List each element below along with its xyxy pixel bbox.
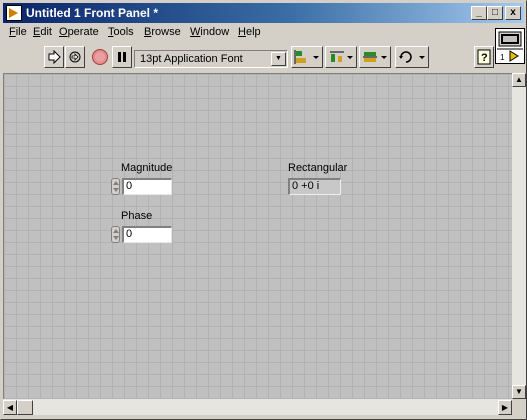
menu-tools-rest: ools [113,26,134,38]
decrement-arrow-icon[interactable] [113,236,119,240]
increment-arrow-icon[interactable] [113,229,119,233]
labview-vi-icon[interactable] [6,5,22,21]
menu-tools[interactable]: Tools [108,26,134,38]
rectangular-label[interactable]: Rectangular [288,162,347,174]
help-icon: ? [477,49,491,65]
menu-window-rest: indow [200,26,230,38]
menu-help-rest: elp [245,26,261,38]
rectangular-numeric-indicator: 0 +0 i [288,178,341,195]
menu-window[interactable]: Window [190,26,229,38]
context-help-button[interactable]: ? [474,46,494,68]
menu-browse[interactable]: Browse [144,26,181,38]
phase-label[interactable]: Phase [121,210,152,222]
svg-text:?: ? [481,52,488,64]
phase-increment-decrement[interactable] [111,226,120,243]
run-button[interactable] [44,46,64,68]
menu-operate[interactable]: Operate [59,26,99,38]
menu-bar: File Edit Operate Tools Browse Window He… [3,24,493,42]
resize-objects-button[interactable] [359,46,391,68]
title-bar[interactable]: Untitled 1 Front Panel * _ □ x [3,3,524,23]
scroll-down-button[interactable]: ▼ [512,385,526,399]
size-grip[interactable] [512,399,526,415]
distribute-icon [330,51,353,62]
font-selector-value: 13pt Application Font [140,53,243,65]
align-icon [294,50,319,64]
horizontal-scroll-thumb[interactable] [17,400,33,415]
vi-icon: 1 [497,31,523,62]
pause-button[interactable] [112,46,132,68]
menu-edit-rest: dit [40,26,52,38]
chevron-down-icon[interactable]: ▼ [271,52,286,66]
run-icon [48,49,61,65]
menu-browse-rest: rowse [151,26,181,38]
menu-file-hotkey: F [9,26,16,38]
pause-icon [118,52,126,62]
vertical-scrollbar[interactable]: ▲ ▼ [512,73,526,399]
menu-window-hotkey: W [190,26,201,38]
magnitude-increment-decrement[interactable] [111,178,120,195]
menu-operate-hotkey: O [59,26,68,38]
vi-icon-connector-pane[interactable]: 1 [495,28,525,64]
phase-numeric-control[interactable]: 0 [122,226,172,243]
reorder-icon [399,51,425,63]
menu-help[interactable]: Help [238,26,261,38]
decrement-arrow-icon[interactable] [113,188,119,192]
run-continuously-icon [69,51,81,63]
abort-icon [92,49,108,65]
minimize-button[interactable]: _ [471,6,487,20]
scroll-up-button[interactable]: ▲ [512,73,526,87]
window-title: Untitled 1 Front Panel * [26,6,159,20]
close-button[interactable]: x [505,6,521,20]
menu-help-hotkey: H [238,26,246,38]
font-selector[interactable]: 13pt Application Font ▼ [134,50,288,68]
menu-operate-rest: perate [67,26,99,38]
horizontal-scrollbar[interactable]: ◀ ▶ [3,399,512,415]
toolbar: 13pt Application Font ▼ ? [3,43,494,73]
svg-text:1: 1 [500,53,505,62]
scroll-right-button[interactable]: ▶ [498,400,512,415]
menu-edit[interactable]: Edit [33,26,52,38]
front-panel-canvas[interactable]: Magnitude 0 Phase 0 Rectangular 0 +0 i [3,73,512,399]
abort-button[interactable] [89,46,111,68]
resize-icon [363,52,387,62]
maximize-button[interactable]: □ [487,6,503,20]
front-panel-window: Untitled 1 Front Panel * _ □ x File Edit… [0,0,527,420]
magnitude-label[interactable]: Magnitude [121,162,172,174]
align-objects-button[interactable] [291,46,323,68]
menu-file-rest: ile [15,26,27,38]
menu-file[interactable]: File [9,26,27,38]
magnitude-numeric-control[interactable]: 0 [122,178,172,195]
increment-arrow-icon[interactable] [113,181,119,185]
distribute-objects-button[interactable] [325,46,357,68]
run-continuously-button[interactable] [65,46,85,68]
scroll-left-button[interactable]: ◀ [3,400,17,415]
reorder-button[interactable] [395,46,429,68]
